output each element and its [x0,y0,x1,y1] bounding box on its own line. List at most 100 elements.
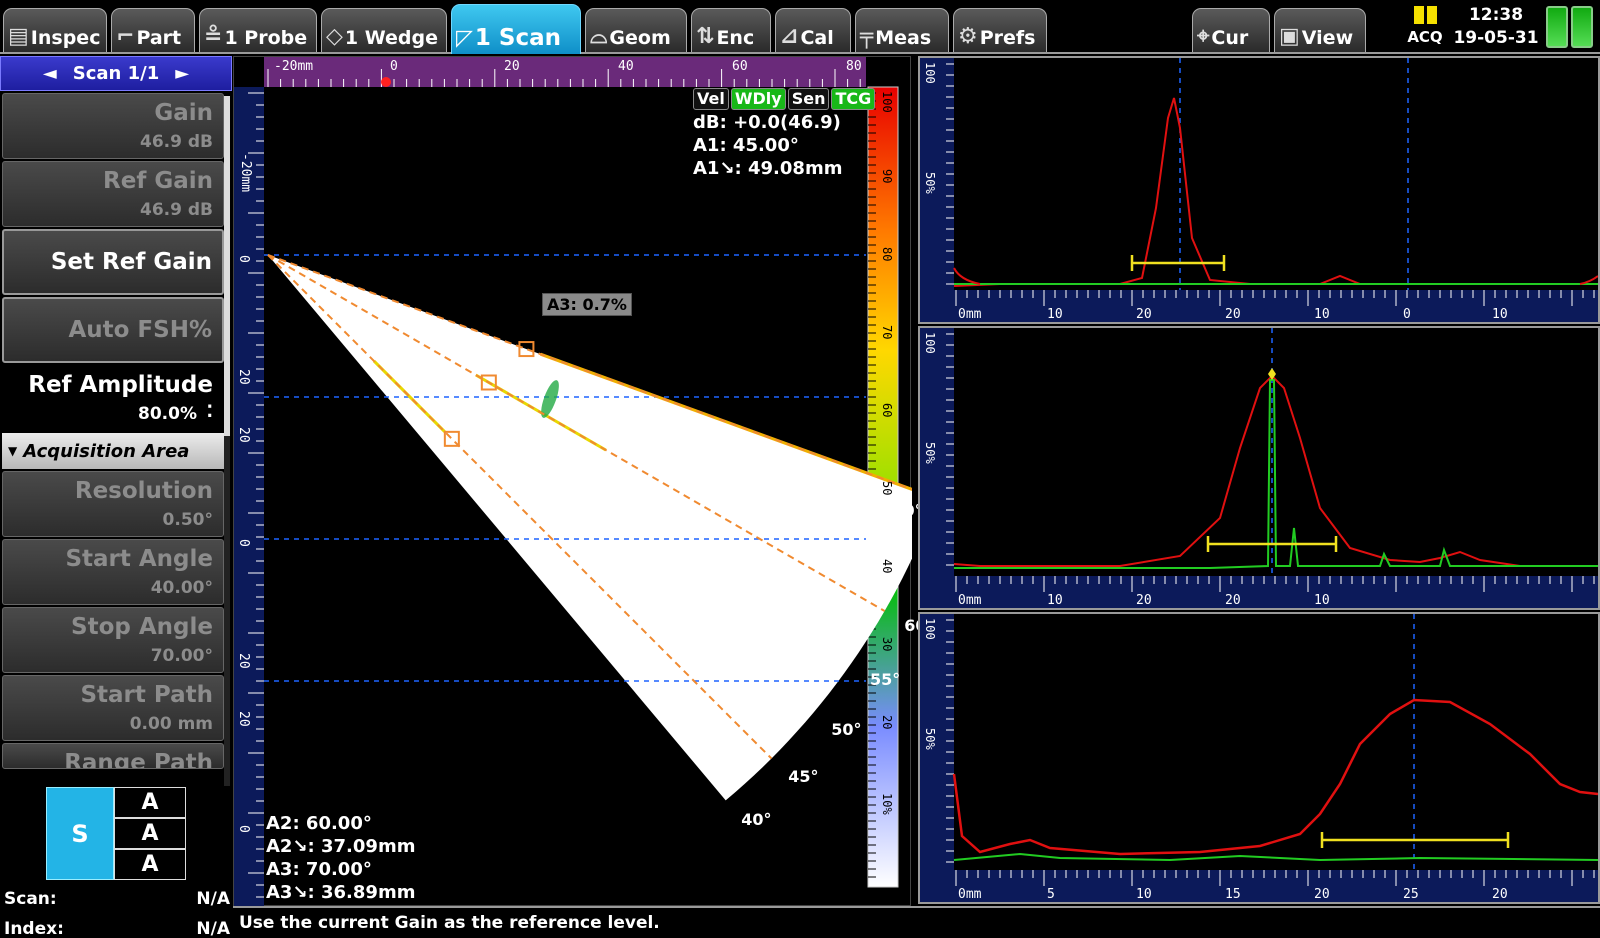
tab-label: View [1301,27,1354,49]
start-angle-label: Start Angle [65,546,213,572]
start-angle-item[interactable]: Start Angle 40.00° [2,539,224,605]
ascan-depth-label: 0mm [958,307,982,322]
tab-prefs[interactable]: ⚙ Prefs [953,8,1047,52]
readout-a1-path: A1↘: 49.08mm [693,158,843,179]
tab-enc[interactable]: ⇅ Enc [691,8,771,52]
stop-angle-value: 70.00° [150,646,213,666]
ascan-signal-green [954,379,1598,569]
tab-cal[interactable]: ⊿ Cal [775,8,851,52]
wedge-icon: ◇ [326,24,343,49]
ascan-panel-2[interactable]: 0mm 10 20 20 10 100 50% [918,326,1600,610]
acquisition-area-header[interactable]: ▼ Acquisition Area [2,433,224,469]
ascan-depth-label: 20 [1225,307,1241,322]
scan-label: Scan: [4,889,57,909]
readout-a1-angle: A1: 45.00° [693,135,799,156]
tab-view[interactable]: ▣ View [1274,8,1366,52]
top-ruler-label: 0 [390,59,398,74]
ascan-canvas-3[interactable]: 0mm 5 10 15 20 25 20 100 50% [920,614,1599,902]
layout-sub-a[interactable]: A [114,787,186,818]
clock-date: 19-05-31 [1453,28,1539,48]
layout-main-s[interactable]: S [46,787,114,880]
arrow-right-icon[interactable]: ► [175,63,189,84]
tab-label: Meas [875,27,932,49]
ascan-depth-label: 10 [1047,593,1063,608]
left-menu-panel: ◄ Scan 1/1 ► Gain 46.9 dB Ref Gain 46.9 dB… [0,56,232,788]
ascan-depth-label: 20 [1136,593,1152,608]
left-ruler-label: 20 [236,369,251,385]
index-label: Index: [4,919,64,938]
scan-selector-label: Scan 1/1 [72,63,160,84]
left-ruler-label: 0 [236,255,251,263]
gain-value: 46.9 dB [140,132,213,152]
tab-part[interactable]: ⌐ Part [111,8,195,52]
amp-scale-label: 100 [880,91,894,113]
ascan-envelope-red [953,97,1598,287]
tab-geom[interactable]: ⌓ Geom [585,8,687,52]
gain-label: Gain [154,100,213,126]
arrow-left-icon[interactable]: ◄ [43,63,57,84]
start-path-item[interactable]: Start Path 0.00 mm [2,675,224,741]
resolution-label: Resolution [74,478,213,504]
tab-probe[interactable]: ≗ 1 Probe [199,8,317,52]
tab-cursor[interactable]: ⌖ Cur [1192,8,1270,52]
ascan-signal-green [953,852,1599,862]
tab-label: Part [136,27,182,49]
resolution-value: 0.50° [162,510,213,530]
sector-scan-view[interactable]: -20mm 0 20 40 60 80 -20mm 0 20 20 0 20 20 0 100 90 80… [233,56,964,907]
ascan-amp-label: 50% [923,728,937,750]
readout-a2-angle: A2: 60.00° [266,813,372,834]
gain-item[interactable]: Gain 46.9 dB [2,93,224,159]
menu-scrollbar[interactable] [224,96,230,786]
set-ref-gain-button[interactable]: Set Ref Gain [2,229,224,295]
resolution-item[interactable]: Resolution 0.50° [2,471,224,537]
readout-a3-angle: A3: 70.00° [266,859,372,880]
fan-angle-label: 70.00° [863,500,923,520]
tab-wedge[interactable]: ◇ 1 Wedge [321,8,447,52]
ascan-depth-label: 10 [1136,887,1152,902]
ascan-depth-label: 10 [1492,307,1508,322]
left-ruler-label: 20 [236,711,251,727]
tab-label: 1 Probe [224,27,308,49]
amp-scale-label: 20 [880,715,894,730]
ascan-amp-ruler [920,328,954,608]
fan-angle-label: 40° [741,810,772,830]
ref-amplitude-item[interactable]: Ref Amplitude 80.0% ⁚ [2,365,224,431]
ascan-canvas-1[interactable]: 0mm 10 20 20 10 0 1010050% [920,58,1599,322]
amp-scale-label: 10% [880,793,894,815]
scan-readout-top: Vel WDly Sen TCG dB: +0.0(46.9) A1: 45.0… [693,88,876,180]
tab-meas[interactable]: ╤ Meas [855,8,949,52]
layout-sub-a[interactable]: A [114,818,186,849]
ascan-amp-label: 50% [923,172,937,194]
top-ruler-label: 20 [504,59,520,74]
tab-scan[interactable]: ◸ 1 Scan [451,4,581,54]
sector-icon: ◸ [456,26,473,51]
badge-tcg: TCG [831,88,876,110]
ascan-panel-1[interactable]: 0mm 10 20 20 10 0 10 100 50% [918,56,1600,324]
top-ruler-label: 60 [732,59,748,74]
ref-gain-item[interactable]: Ref Gain 46.9 dB [2,161,224,227]
ascan-depth-label: 20 [1225,593,1241,608]
tab-label: Cal [800,27,834,49]
auto-fsh-button[interactable]: Auto FSH% [2,297,224,363]
tab-inspec[interactable]: ▤ Inspec [3,8,107,52]
stop-angle-item[interactable]: Stop Angle 70.00° [2,607,224,673]
fan-angle-label: 45° [788,767,819,787]
tab-label: Inspec [30,27,101,49]
amp-scale-label: 70 [880,325,894,340]
range-path-item[interactable]: Range Path [2,743,224,769]
left-ruler [234,87,264,907]
layout-selector: S A A A [46,787,186,880]
ascan-canvas-2[interactable]: 0mm 10 20 20 10 100 50% [920,328,1598,608]
stepper-dots-icon[interactable]: ⁚ [207,402,213,422]
top-ruler [264,57,866,87]
layout-sub-a[interactable]: A [114,849,186,880]
start-path-label: Start Path [80,682,213,708]
scan-value: N/A [196,889,230,909]
acquisition-indicator: ACQ [1404,6,1446,52]
ascan-panel-3[interactable]: 0mm 5 10 15 20 25 20 100 50% [918,612,1600,904]
tab-label: 1 Scan [474,25,562,51]
ascan-depth-label: 20 [1314,887,1330,902]
scan-selector[interactable]: ◄ Scan 1/1 ► [0,56,232,91]
left-ruler-label: 0 [236,539,251,547]
left-ruler-label: 20 [236,653,251,669]
